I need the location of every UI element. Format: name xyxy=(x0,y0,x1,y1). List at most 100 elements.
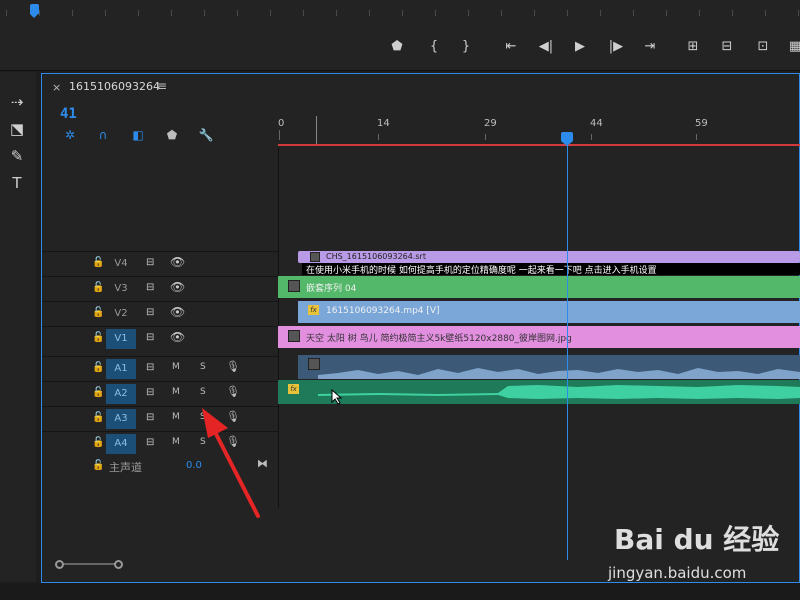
mark-in-button[interactable]: { xyxy=(423,38,445,56)
export-frame-icon[interactable]: ⊡ xyxy=(752,38,774,56)
ruler-tick xyxy=(534,10,535,16)
ruler-tick xyxy=(369,10,370,16)
time-ruler[interactable]: 0 14 29 44 59 xyxy=(278,106,800,148)
snap-icon[interactable]: ✲ xyxy=(62,128,78,142)
solo-button[interactable]: S xyxy=(200,362,206,372)
extract-button[interactable]: ⊟ xyxy=(716,38,738,56)
caption-text-clip[interactable]: 在使用小米手机的时候 如何提高手机的定位精确度呢 一起来看一下吧 点击进入手机设… xyxy=(302,263,800,275)
transport-controls: ⬟ { } ⇤ ◀| ▶ |▶ ⇥ ⊞ ⊟ ⊡ ▦ xyxy=(0,22,800,71)
track-name[interactable]: A3 xyxy=(106,409,136,429)
zoom-handle-left[interactable] xyxy=(55,560,64,569)
mark-out-button[interactable]: } xyxy=(455,38,477,56)
ruler-tick xyxy=(633,10,634,16)
step-forward-button[interactable]: |▶ xyxy=(605,38,627,56)
sync-lock-icon[interactable]: ⊟ xyxy=(146,387,154,398)
linked-selection-icon[interactable]: ∩ xyxy=(95,128,111,142)
mute-button[interactable]: M xyxy=(172,437,180,447)
add-marker-icon[interactable]: ◧ xyxy=(130,128,146,142)
step-back-button[interactable]: ◀| xyxy=(535,38,557,56)
lock-icon[interactable]: 🔓 xyxy=(92,437,104,448)
settings-button[interactable]: ▦ xyxy=(784,38,800,56)
track-name[interactable]: V3 xyxy=(106,279,136,299)
audio-clip-a2[interactable]: fx xyxy=(278,380,800,404)
zoom-track[interactable] xyxy=(64,563,116,565)
go-to-out-button[interactable]: ⇥ xyxy=(639,38,661,56)
ruler-label: 0 xyxy=(278,118,285,129)
work-area-bar[interactable] xyxy=(278,144,800,146)
eye-icon[interactable]: 👁 xyxy=(170,255,185,269)
caption-clip[interactable]: CHS_1615106093264.srt xyxy=(298,251,800,263)
add-marker-button[interactable]: ⬟ xyxy=(386,38,408,56)
microphone-icon[interactable]: 🎙 xyxy=(226,385,240,398)
fx-badge-icon: fx xyxy=(308,305,319,315)
sequence-tab-title[interactable]: 1615106093264 xyxy=(69,80,160,93)
video-clip-v2[interactable]: fx 1615106093264.mp4 [V] xyxy=(298,301,800,323)
audio-waveform xyxy=(318,368,800,379)
eye-icon[interactable]: 👁 xyxy=(170,305,185,319)
lock-icon[interactable]: 🔓 xyxy=(92,362,104,373)
lock-icon[interactable]: 🔓 xyxy=(92,387,104,398)
wrench-icon[interactable]: 🔧 xyxy=(198,128,214,142)
timecode-display[interactable]: 41 xyxy=(60,106,77,122)
play-button[interactable]: ▶ xyxy=(569,38,591,56)
type-tool-icon[interactable]: T xyxy=(6,173,28,193)
eye-icon[interactable]: 👁 xyxy=(170,280,185,294)
lock-icon[interactable]: 🔓 xyxy=(92,412,104,423)
ruler-tick xyxy=(72,10,73,16)
sync-lock-icon[interactable]: ⊟ xyxy=(146,332,154,343)
zoom-handle-right[interactable] xyxy=(114,560,123,569)
sync-lock-icon[interactable]: ⊟ xyxy=(146,362,154,373)
ruler-tick xyxy=(39,10,40,16)
sync-lock-icon[interactable]: ⊟ xyxy=(146,257,154,268)
ruler-tick xyxy=(567,10,568,16)
playhead-line xyxy=(567,140,568,560)
solo-button[interactable]: S xyxy=(200,387,206,397)
track-name[interactable]: V1 xyxy=(106,329,136,349)
ruler-tick xyxy=(600,10,601,16)
horizontal-zoom-scrollbar[interactable] xyxy=(55,560,125,570)
sync-lock-icon[interactable]: ⊟ xyxy=(146,437,154,448)
close-tab-icon[interactable]: × xyxy=(52,81,61,94)
program-monitor-ruler[interactable] xyxy=(0,0,800,22)
track-name[interactable]: V4 xyxy=(106,254,136,274)
sync-lock-icon[interactable]: ⊟ xyxy=(146,282,154,293)
lock-icon[interactable]: 🔓 xyxy=(92,307,104,318)
playhead-handle[interactable] xyxy=(561,132,573,146)
mute-button[interactable]: M xyxy=(172,387,180,397)
lift-button[interactable]: ⊞ xyxy=(682,38,704,56)
ruler-tick xyxy=(105,10,106,16)
microphone-icon[interactable]: 🎙 xyxy=(226,360,240,373)
track-header-a1: 🔓 A1 ⊟ M S 🎙 xyxy=(42,356,278,381)
image-clip-v1[interactable]: 天空 太阳 树 鸟儿 简约极简主义5k壁纸5120x2880_彼岸图网.jpg xyxy=(278,326,800,348)
go-to-in-button[interactable]: ⇤ xyxy=(500,38,522,56)
ripple-edit-icon[interactable]: ⬔ xyxy=(6,119,28,139)
track-name[interactable]: A2 xyxy=(106,384,136,404)
ruler-tick xyxy=(402,10,403,16)
track-name[interactable]: A4 xyxy=(106,434,136,454)
panel-menu-icon[interactable]: ≡ xyxy=(157,79,167,93)
track-name[interactable]: A1 xyxy=(106,359,136,379)
track-header-v2: 🔓 V2 ⊟ 👁 xyxy=(42,301,278,326)
sync-lock-icon[interactable]: ⊟ xyxy=(146,412,154,423)
annotation-arrow-icon xyxy=(202,408,260,518)
track-name[interactable]: V2 xyxy=(106,304,136,324)
lock-icon[interactable]: 🔓 xyxy=(92,460,104,471)
ruler-tick xyxy=(138,10,139,16)
lock-icon[interactable]: 🔓 xyxy=(92,257,104,268)
track-header-v3: 🔓 V3 ⊟ 👁 xyxy=(42,276,278,301)
ruler-tick xyxy=(204,10,205,16)
nested-sequence-clip[interactable]: 嵌套序列 04 xyxy=(278,276,800,298)
eye-icon[interactable]: 👁 xyxy=(170,330,185,344)
lock-icon[interactable]: 🔓 xyxy=(92,332,104,343)
pen-icon[interactable]: ✎ xyxy=(6,146,28,166)
ruler-tick xyxy=(237,10,238,16)
audio-clip-a1[interactable] xyxy=(298,355,800,379)
lock-icon[interactable]: 🔓 xyxy=(92,282,104,293)
track-select-icon[interactable]: ⇢ xyxy=(6,92,28,112)
program-playhead[interactable] xyxy=(30,4,39,18)
mute-button[interactable]: M xyxy=(172,362,180,372)
mute-button[interactable]: M xyxy=(172,412,180,422)
marker-icon[interactable]: ⬟ xyxy=(164,128,180,142)
sync-lock-icon[interactable]: ⊟ xyxy=(146,307,154,318)
tools-panel: ⇢ ⬔ ✎ T xyxy=(0,72,36,582)
